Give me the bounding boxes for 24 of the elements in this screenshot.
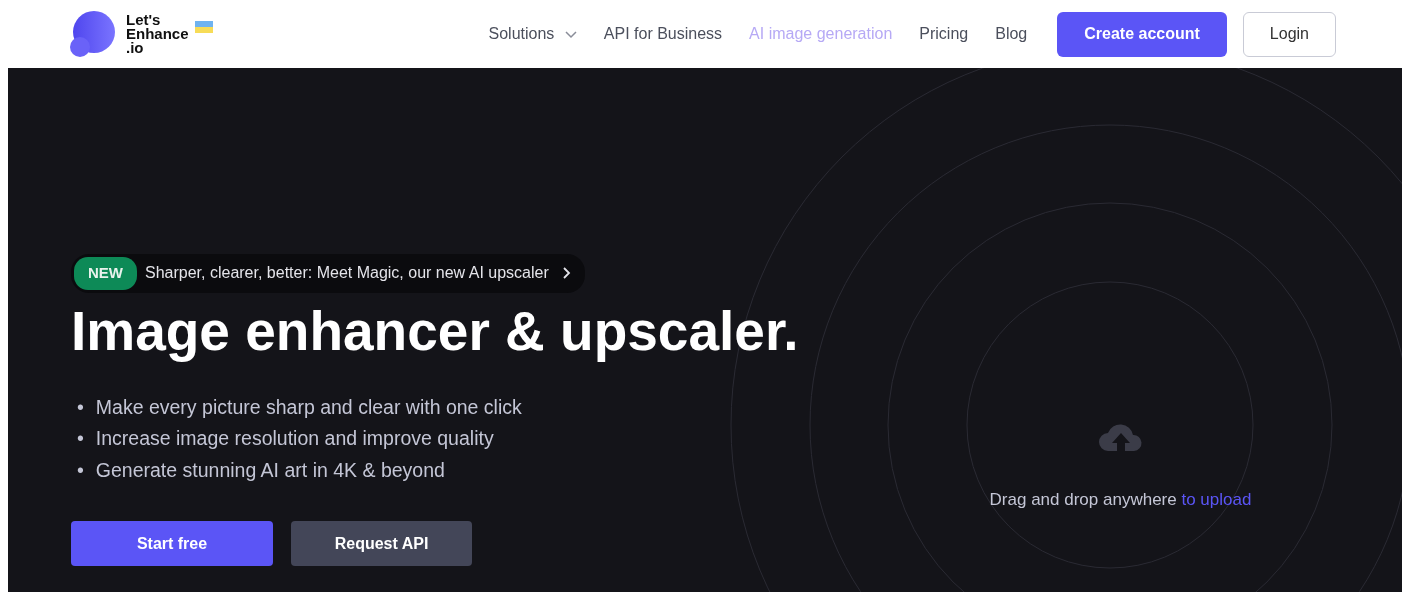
create-account-button[interactable]: Create account <box>1057 11 1227 57</box>
chevron-right-icon <box>562 267 571 280</box>
bullet-marker: • <box>77 426 84 452</box>
start-free-button[interactable]: Start free <box>71 521 273 567</box>
login-button[interactable]: Login <box>1242 11 1336 57</box>
nav-link[interactable]: Solutions <box>488 22 577 46</box>
nav-link[interactable]: Blog <box>995 22 1028 46</box>
bullet-item: Make every picture sharp and clear with one click <box>95 395 522 420</box>
nav-link[interactable]: API for Business <box>603 22 723 46</box>
request-api-button[interactable]: Request API <box>291 521 472 567</box>
bullet-marker: • <box>77 395 84 420</box>
cloud-upload-icon <box>1097 423 1144 453</box>
upload-link[interactable]: to upload <box>1181 490 1252 509</box>
bullet-item: Generate stunning AI art in 4K & beyond <box>95 457 445 483</box>
upload-instruction: Drag and drop anywhere to upload <box>989 489 1252 511</box>
bullet-marker: • <box>77 457 84 483</box>
announcement-link[interactable]: NEW Sharper, clearer, better: Meet Magic, our new AI upscaler <box>71 254 585 293</box>
flag-icon <box>194 21 213 33</box>
nav-link[interactable]: Pricing <box>919 22 969 46</box>
hero-title: Image enhancer & upscaler. <box>71 300 800 361</box>
logo-text: Let's Enhance .io <box>126 13 189 55</box>
new-badge: NEW <box>74 257 137 290</box>
logo-icon <box>70 11 118 57</box>
bullet-item: Increase image resolution and improve quality <box>95 426 494 452</box>
